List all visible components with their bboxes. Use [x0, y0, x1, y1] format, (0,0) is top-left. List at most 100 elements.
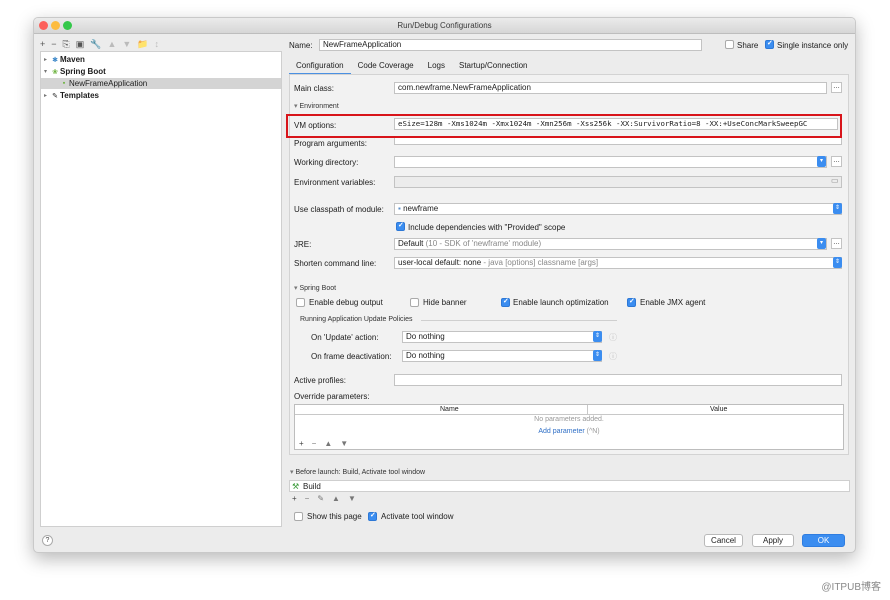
sort-icon[interactable]: ↕: [155, 39, 160, 49]
frame-deactivation-select[interactable]: Do nothing: [402, 350, 602, 362]
tree-item-newframe-application[interactable]: ▪ NewFrameApplication: [41, 78, 281, 89]
tree-item-maven[interactable]: ▸ ✱ Maven: [41, 54, 281, 65]
tab-configuration[interactable]: Configuration: [289, 58, 351, 75]
help-icon[interactable]: ⓘ: [609, 332, 617, 343]
update-action-label: On 'Update' action:: [311, 333, 379, 342]
classpath-module-select[interactable]: ▪ newframe: [394, 203, 842, 215]
jre-label: JRE:: [294, 240, 312, 249]
table-toolbar: + − ▲ ▼: [299, 439, 348, 448]
config-tree: ▸ ✱ Maven ▾ ❀ Spring Boot ▪ NewFrameAppl…: [40, 51, 282, 527]
move-up-icon[interactable]: ▲: [107, 39, 116, 49]
update-action-select[interactable]: Do nothing: [402, 331, 602, 343]
debug-output-label: Enable debug output: [309, 298, 383, 307]
cancel-button[interactable]: Cancel: [704, 534, 743, 547]
folder-icon[interactable]: 📁: [137, 39, 148, 50]
tree-item-spring-boot[interactable]: ▾ ❀ Spring Boot: [41, 66, 281, 77]
tree-item-templates[interactable]: ▸ ✎ Templates: [41, 90, 281, 101]
include-deps-checkbox[interactable]: [396, 221, 405, 231]
show-this-page-checkbox[interactable]: [294, 512, 303, 521]
share-checkbox[interactable]: [725, 40, 734, 49]
remove-row-icon[interactable]: −: [312, 439, 317, 448]
ok-button[interactable]: OK: [802, 534, 845, 547]
build-icon: ⚒: [292, 482, 300, 491]
collapse-arrow-icon[interactable]: ▾: [41, 68, 50, 75]
name-input[interactable]: NewFrameApplication: [319, 39, 702, 51]
edit-task-icon[interactable]: ✎: [317, 494, 324, 503]
folder-icon[interactable]: ▭: [831, 176, 839, 185]
tree-toolbar: + − ⎘ ▣ 🔧 ▲ ▼ 📁 ↕: [40, 38, 159, 50]
value-column-header[interactable]: Value: [710, 406, 727, 413]
chevron-updown-icon[interactable]: ⇕: [593, 350, 602, 361]
show-this-page-label: Show this page: [307, 512, 362, 521]
run-debug-dialog: Run/Debug Configurations + − ⎘ ▣ 🔧 ▲ ▼ 📁…: [33, 17, 856, 553]
tree-item-label: Templates: [60, 91, 99, 100]
tab-startup-connection[interactable]: Startup/Connection: [452, 58, 535, 75]
wrench-icon: ✎: [52, 92, 58, 100]
config-tabs: Configuration Code Coverage Logs Startup…: [289, 58, 535, 75]
shorten-command-select[interactable]: user-local default: none - java [options…: [394, 257, 842, 269]
tab-code-coverage[interactable]: Code Coverage: [351, 58, 421, 75]
spring-boot-section[interactable]: ▾ Spring Boot: [294, 284, 336, 292]
activate-tool-window-checkbox[interactable]: [368, 511, 377, 521]
jmx-agent-checkbox[interactable]: [627, 297, 636, 307]
environment-variables-label: Environment variables:: [294, 178, 376, 187]
single-instance-checkbox[interactable]: [765, 39, 774, 49]
before-launch-list: ⚒ Build: [289, 480, 850, 492]
environment-variables-input[interactable]: [394, 176, 842, 188]
activate-tool-window-label: Activate tool window: [381, 512, 454, 521]
debug-output-checkbox[interactable]: [296, 298, 305, 307]
remove-task-icon[interactable]: −: [305, 494, 310, 503]
name-column-header[interactable]: Name: [440, 406, 459, 413]
hide-banner-checkbox[interactable]: [410, 298, 419, 307]
working-directory-dropdown-icon[interactable]: ▾: [817, 156, 826, 167]
launch-optimization-checkbox[interactable]: [501, 297, 510, 307]
add-config-icon[interactable]: +: [40, 39, 45, 49]
help-button[interactable]: ?: [42, 535, 53, 546]
column-divider: [587, 405, 588, 415]
shorten-command-label: Shorten command line:: [294, 259, 377, 268]
jre-select[interactable]: Default (10 - SDK of 'newframe' module): [394, 238, 827, 250]
move-down-icon[interactable]: ▼: [348, 494, 356, 503]
tab-logs[interactable]: Logs: [421, 58, 452, 75]
environment-section[interactable]: ▾ Environment: [294, 102, 339, 110]
expand-arrow-icon[interactable]: ▸: [41, 56, 50, 63]
hide-banner-label: Hide banner: [423, 298, 467, 307]
move-up-icon[interactable]: ▲: [332, 494, 340, 503]
chevron-updown-icon[interactable]: ⇕: [833, 257, 842, 268]
vm-options-input[interactable]: eSize=128m -Xms1024m -Xmx1024m -Xmn256m …: [394, 118, 838, 130]
browse-main-class-button[interactable]: …: [831, 82, 842, 93]
move-up-icon[interactable]: ▲: [324, 439, 332, 448]
program-arguments-input[interactable]: [394, 138, 842, 145]
active-profiles-input[interactable]: [394, 374, 842, 386]
save-config-icon[interactable]: ▣: [76, 39, 85, 50]
jre-dropdown-icon[interactable]: ▾: [817, 238, 826, 249]
add-row-icon[interactable]: +: [299, 439, 304, 448]
apply-button[interactable]: Apply: [752, 534, 794, 547]
help-icon[interactable]: ⓘ: [609, 351, 617, 362]
add-task-icon[interactable]: +: [292, 494, 297, 503]
before-launch-item-build[interactable]: Build: [303, 482, 321, 491]
divider: [421, 320, 617, 321]
remove-config-icon[interactable]: −: [51, 39, 56, 49]
title-bar: Run/Debug Configurations: [34, 18, 855, 34]
jmx-agent-label: Enable JMX agent: [640, 298, 706, 307]
name-label: Name:: [289, 41, 313, 50]
before-launch-section[interactable]: ▾ Before launch: Build, Activate tool wi…: [290, 468, 425, 476]
copy-config-icon[interactable]: ⎘: [63, 39, 70, 50]
working-directory-input[interactable]: [394, 156, 827, 168]
browse-working-directory-button[interactable]: …: [831, 156, 842, 167]
move-down-icon[interactable]: ▼: [340, 439, 348, 448]
main-class-label: Main class:: [294, 84, 335, 93]
edit-defaults-icon[interactable]: 🔧: [90, 39, 101, 50]
override-parameters-label: Override parameters:: [294, 392, 370, 401]
include-deps-label: Include dependencies with "Provided" sco…: [408, 223, 566, 232]
browse-jre-button[interactable]: …: [831, 238, 842, 249]
chevron-updown-icon[interactable]: ⇕: [593, 331, 602, 342]
spring-app-icon: ▪: [62, 80, 66, 87]
chevron-updown-icon[interactable]: ⇕: [833, 203, 842, 214]
add-parameter-link[interactable]: Add parameter: [538, 428, 584, 435]
move-down-icon[interactable]: ▼: [122, 39, 131, 49]
main-class-input[interactable]: com.newframe.NewFrameApplication: [394, 82, 827, 94]
override-parameters-table: Name Value No parameters added. Add para…: [294, 404, 844, 450]
expand-arrow-icon[interactable]: ▸: [41, 92, 50, 99]
